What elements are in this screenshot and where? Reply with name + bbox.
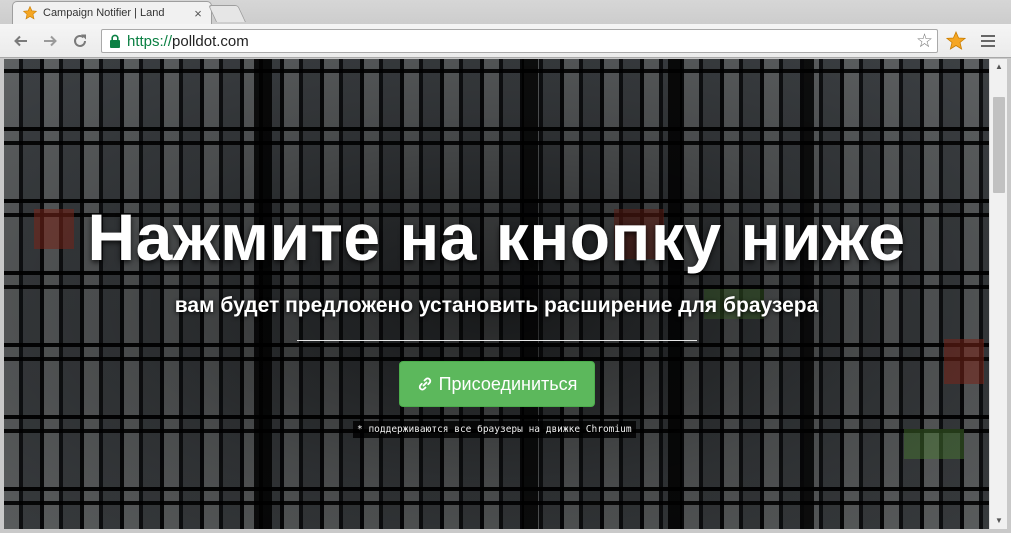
page-subheadline: вам будет предложено установить расширен…	[174, 294, 819, 317]
vertical-scrollbar[interactable]: ▲ ▼	[989, 59, 1007, 529]
arrow-right-icon	[44, 35, 57, 47]
scrollbar-thumb[interactable]	[993, 97, 1005, 193]
tab-title: Campaign Notifier | Land	[43, 7, 165, 19]
hamburger-menu-icon[interactable]	[981, 35, 995, 47]
tab-strip: Campaign Notifier | Land ×	[0, 0, 1011, 24]
reload-button[interactable]	[69, 30, 91, 52]
new-tab-button[interactable]	[208, 5, 246, 22]
scroll-up-arrow-icon[interactable]: ▲	[990, 59, 1008, 75]
page-headline: Нажмите на кнопку ниже	[87, 200, 906, 274]
page-viewport: Нажмите на кнопку ниже вам будет предлож…	[4, 59, 989, 529]
join-button[interactable]: Присоединиться	[399, 361, 595, 407]
back-button[interactable]	[10, 30, 32, 52]
divider-line	[297, 340, 697, 341]
url-host: polldot.com	[172, 32, 249, 50]
arrow-left-icon	[14, 35, 27, 47]
campaign-notifier-extension-icon[interactable]	[946, 31, 966, 51]
link-icon	[418, 377, 431, 391]
active-tab[interactable]: Campaign Notifier | Land ×	[12, 1, 212, 24]
scroll-down-arrow-icon[interactable]: ▼	[990, 513, 1008, 529]
hero-section: Нажмите на кнопку ниже вам будет предлож…	[4, 59, 989, 529]
bookmark-star-icon[interactable]: ☆	[916, 32, 933, 51]
join-button-label: Присоединиться	[438, 373, 578, 394]
address-bar[interactable]: https://polldot.com ☆	[101, 29, 938, 53]
reload-icon	[74, 34, 86, 47]
browser-toolbar: https://polldot.com ☆	[0, 24, 1011, 58]
forward-button[interactable]	[39, 30, 61, 52]
url-text: https://polldot.com	[127, 33, 249, 50]
tab-close-icon[interactable]: ×	[191, 6, 205, 21]
browser-support-note: * поддерживаются все браузеры на движке …	[353, 421, 636, 438]
star-favicon-icon	[23, 6, 37, 20]
lock-icon	[110, 34, 120, 48]
url-scheme: https://	[127, 32, 173, 50]
